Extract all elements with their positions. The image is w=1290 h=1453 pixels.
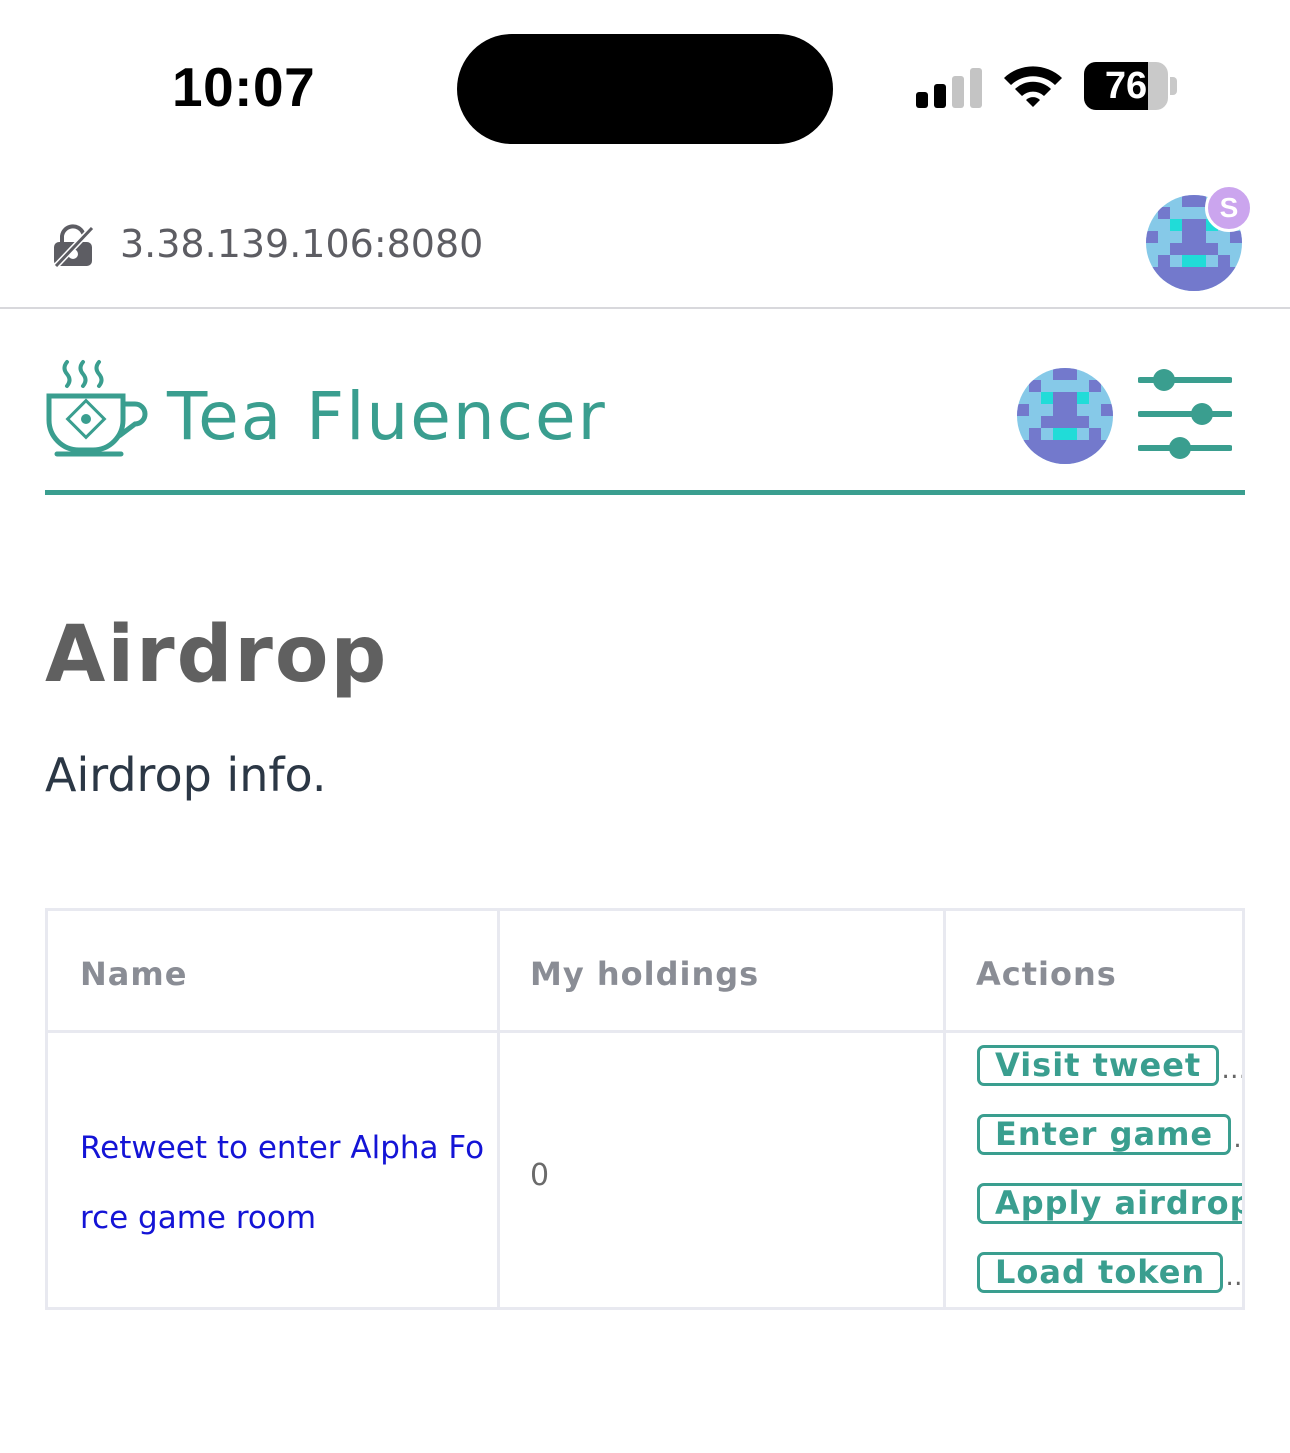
load-token-button[interactable]: Load token [977, 1252, 1224, 1293]
url-text[interactable]: 3.38.139.106:8080 [120, 222, 483, 266]
apply-airdrop-button[interactable]: Apply airdrop [977, 1183, 1242, 1224]
profile-badge[interactable]: S [1205, 184, 1253, 232]
status-time: 10:07 [172, 56, 316, 118]
sliders-icon[interactable] [1138, 368, 1232, 462]
action-row: Visit tweet… [977, 1045, 1242, 1087]
page-subtitle: Airdrop info. [45, 748, 327, 802]
status-bar: 10:07 76 [0, 0, 1290, 170]
brand-name[interactable]: Tea Fluencer [167, 378, 607, 455]
actions-cell: Visit tweet… Enter game… Apply airdrop L… [977, 911, 1242, 1307]
overflow-ellipsis: … [1233, 1114, 1242, 1164]
tea-cup-icon[interactable] [45, 358, 149, 458]
column-divider [943, 911, 946, 1307]
browser-url-bar[interactable]: 3.38.139.106:8080 [0, 170, 1290, 309]
battery-icon: 76 [1084, 62, 1168, 110]
header-holdings: My holdings [530, 955, 760, 993]
column-divider [497, 911, 500, 1307]
site-header: Tea Fluencer [45, 330, 1245, 495]
cellular-signal-icon [916, 66, 982, 108]
action-row: Load token… [977, 1252, 1242, 1294]
dynamic-island [457, 34, 833, 144]
header-name: Name [80, 955, 188, 993]
user-avatar[interactable] [1017, 368, 1113, 464]
visit-tweet-button[interactable]: Visit tweet [977, 1045, 1220, 1086]
battery-cap [1170, 77, 1177, 95]
page-title: Airdrop [45, 610, 389, 700]
wifi-icon [1004, 66, 1062, 107]
overflow-ellipsis: … [1225, 1252, 1242, 1302]
holdings-value: 0 [530, 1158, 550, 1193]
action-row: Apply airdrop [977, 1183, 1242, 1225]
battery-level: 76 [1104, 65, 1148, 107]
not-secure-lock-icon[interactable] [50, 222, 96, 268]
airdrop-name-link[interactable]: Retweet to enter Alpha Force game room [80, 1113, 490, 1253]
overflow-ellipsis: … [1221, 1055, 1245, 1085]
enter-game-button[interactable]: Enter game [977, 1114, 1232, 1155]
action-row: Enter game… [977, 1114, 1242, 1156]
airdrop-table: Name My holdings Actions Retweet to ente… [45, 908, 1245, 1310]
page: 10:07 76 3.38.139.106:8080 S Tea Fluence… [0, 0, 1290, 1453]
